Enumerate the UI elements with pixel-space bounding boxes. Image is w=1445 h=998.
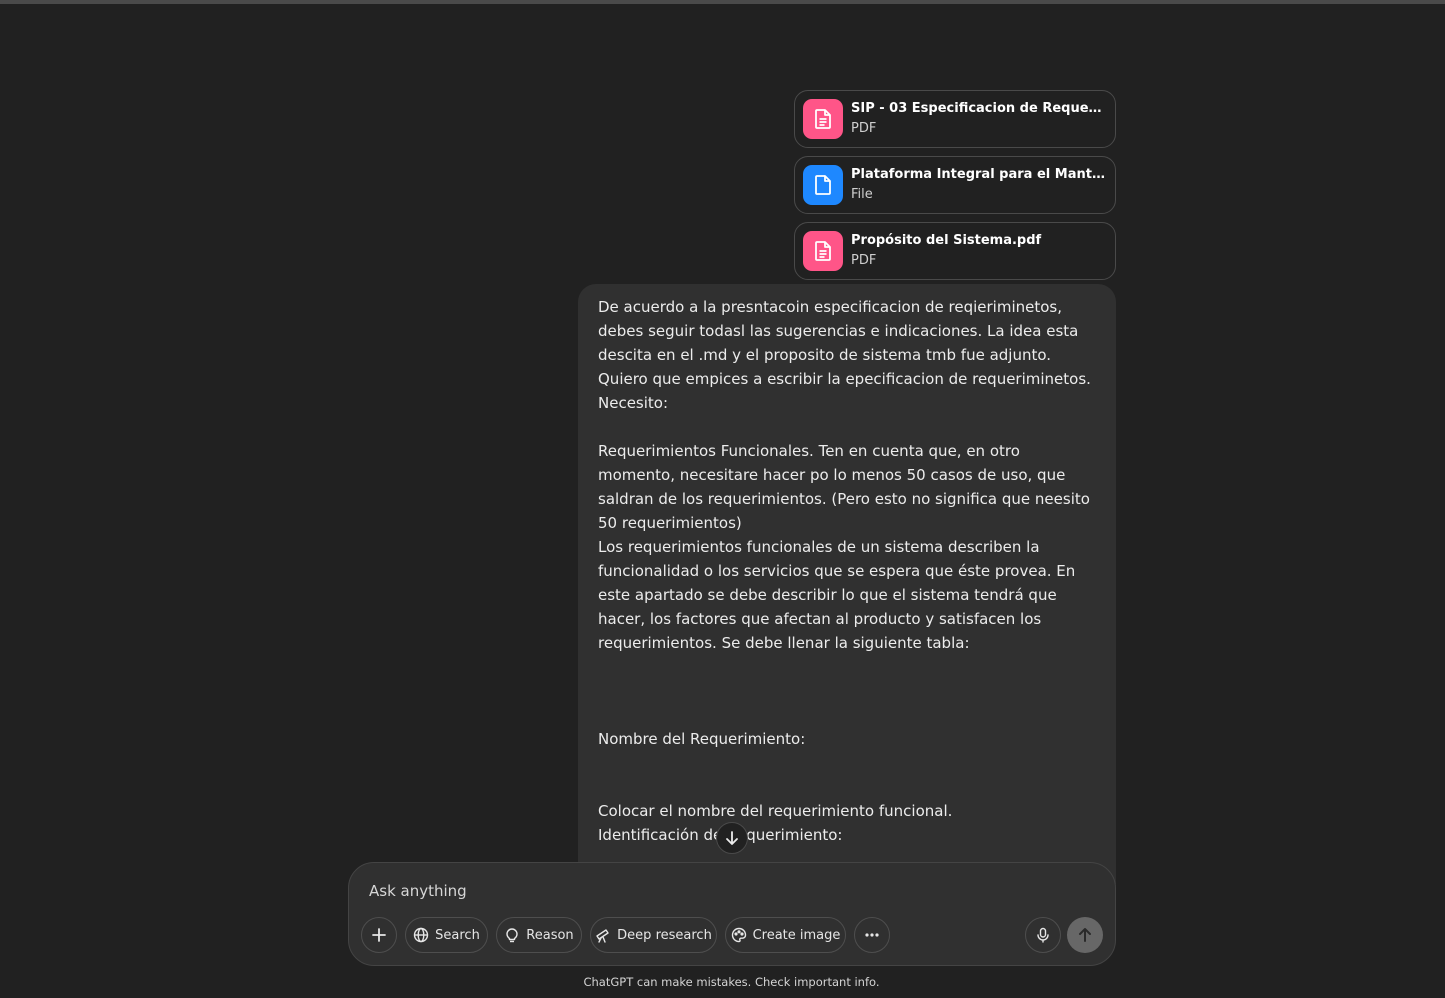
deep-research-label: Deep research <box>617 927 712 943</box>
pdf-document-icon <box>803 231 843 271</box>
telescope-icon <box>596 929 609 943</box>
user-message-bubble: De acuerdo a la presntacoin especificaci… <box>578 284 1116 884</box>
attachment-name: Propósito del Sistema.pdf <box>851 233 1042 248</box>
message-composer: Search Reason Deep research Create image <box>348 862 1116 966</box>
palette-icon <box>731 927 746 943</box>
prompt-input[interactable] <box>367 877 971 905</box>
send-button[interactable] <box>1067 917 1103 953</box>
attachment-name: SIP - 03 Especificacion de Requerimiento… <box>851 101 1107 116</box>
attach-button[interactable] <box>361 917 397 953</box>
attachment-name: Plataforma Integral para el Mantenimient… <box>851 167 1107 182</box>
attachment-type: File <box>851 187 873 202</box>
plus-icon <box>372 928 386 942</box>
more-tools-button[interactable] <box>854 917 890 953</box>
file-icon <box>803 165 843 205</box>
attachment-card[interactable]: SIP - 03 Especificacion de Requerimiento… <box>794 90 1116 148</box>
attachment-list: SIP - 03 Especificacion de Requerimiento… <box>794 90 1116 288</box>
disclaimer-text: ChatGPT can make mistakes. Check importa… <box>583 975 880 989</box>
arrow-up-icon <box>1079 928 1091 942</box>
globe-icon <box>413 927 429 943</box>
microphone-icon <box>1037 927 1049 943</box>
attachment-card[interactable]: Plataforma Integral para el Mantenimient… <box>794 156 1116 214</box>
arrow-down-icon <box>726 831 738 845</box>
reason-label: Reason <box>526 927 574 943</box>
create-image-label: Create image <box>752 927 841 943</box>
window-top-border <box>0 0 1445 4</box>
search-button[interactable]: Search <box>405 917 488 953</box>
reason-button[interactable]: Reason <box>496 917 582 953</box>
more-horizontal-icon <box>865 933 879 937</box>
search-label: Search <box>435 927 480 943</box>
voice-input-button[interactable] <box>1025 917 1061 953</box>
lightbulb-icon <box>506 928 518 943</box>
attachment-type: PDF <box>851 121 877 136</box>
attachment-type: PDF <box>851 253 877 268</box>
create-image-button[interactable]: Create image <box>725 917 846 953</box>
deep-research-button[interactable]: Deep research <box>590 917 717 953</box>
scroll-to-bottom-button[interactable] <box>716 822 748 854</box>
user-message-text: De acuerdo a la presntacoin especificaci… <box>598 298 1091 844</box>
pdf-document-icon <box>803 99 843 139</box>
attachment-card[interactable]: Propósito del Sistema.pdf PDF <box>794 222 1116 280</box>
